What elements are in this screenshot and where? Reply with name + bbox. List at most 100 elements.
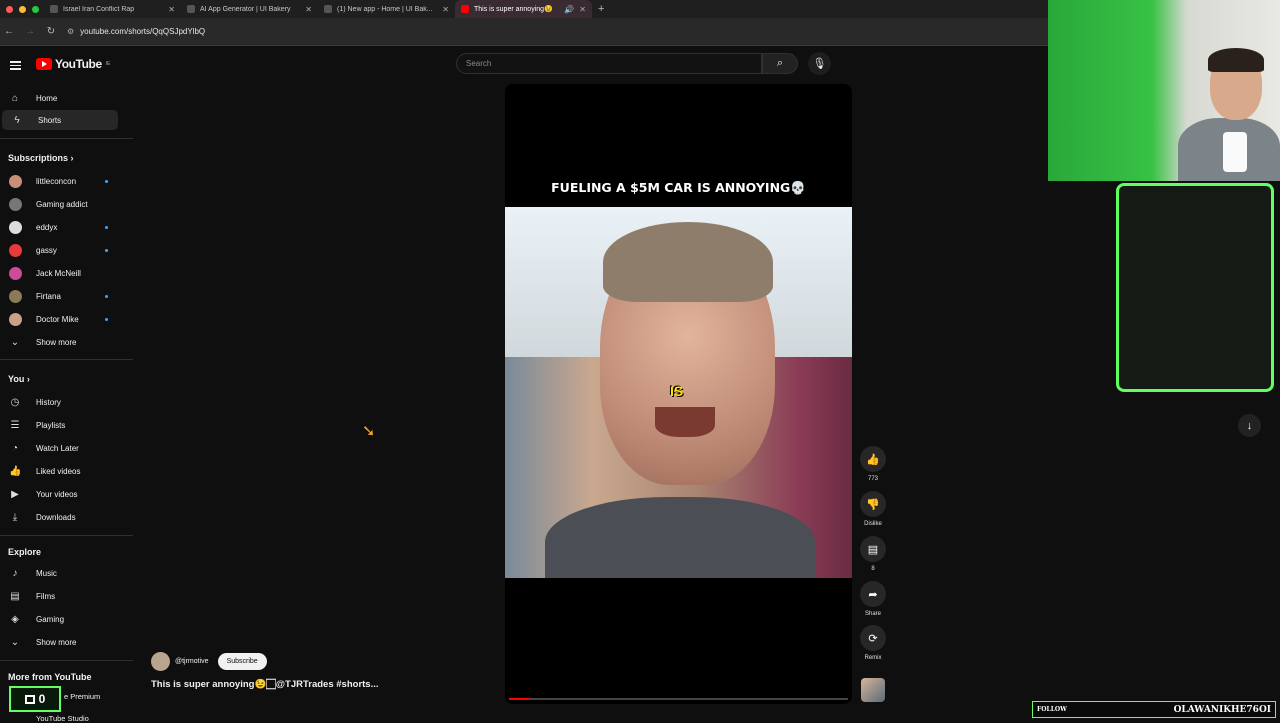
close-window-button[interactable] — [6, 5, 13, 13]
sidebar-item-label: Show more — [36, 637, 77, 647]
remix-action[interactable]: ⟳ Remix — [860, 625, 886, 661]
like-action[interactable]: 👍 773 — [860, 446, 886, 482]
show-more-subscriptions[interactable]: ⌄ Show more — [0, 332, 118, 352]
home-icon: ⌂ — [11, 92, 19, 104]
thumbs-up-icon[interactable]: 👍 — [860, 446, 886, 472]
url-field[interactable]: ⚙ youtube.com/shorts/QqQSJpdYlbQ — [67, 27, 205, 36]
sidebar-item-label: Liked videos — [36, 466, 81, 476]
sidebar-item-watch-later[interactable]: ◔ Watch Later — [0, 438, 118, 458]
new-content-dot — [105, 225, 108, 229]
sidebar-subscription-item[interactable]: Gaming addict — [0, 194, 118, 214]
chevron-down-icon: ⌄ — [10, 636, 20, 648]
show-more-explore[interactable]: ⌄ Show more — [0, 632, 118, 652]
back-icon[interactable]: ← — [4, 26, 14, 37]
close-tab-icon[interactable]: ✕ — [305, 5, 312, 14]
reload-icon[interactable]: ↻ — [46, 26, 56, 37]
sidebar-item-label: Show more — [36, 337, 77, 347]
remix-icon[interactable]: ⟳ — [860, 625, 886, 651]
sidebar-item-history[interactable]: ◷ History — [0, 392, 118, 412]
sidebar-subscription-item[interactable]: Firtana — [0, 286, 118, 306]
webcam-phone — [1223, 132, 1247, 172]
region-code: IE — [105, 61, 111, 67]
sidebar-subscription-item[interactable]: Jack McNeill — [0, 263, 118, 283]
green-frame-overlay — [1116, 183, 1274, 392]
sidebar-item-liked-videos[interactable]: 👍 Liked videos — [0, 461, 118, 481]
video-progress-bar[interactable] — [509, 698, 848, 700]
sidebar-item-label: Music — [36, 568, 57, 578]
close-tab-icon[interactable]: ✕ — [442, 5, 449, 14]
sidebar-item-your-videos[interactable]: ▶ Your videos — [0, 484, 118, 504]
dislike-action[interactable]: 👎 Dislike — [860, 491, 886, 527]
square-icon — [24, 694, 35, 704]
channel-avatar — [9, 289, 22, 303]
search-button[interactable]: ⌕ — [762, 53, 798, 74]
tab-favicon-icon — [187, 5, 195, 13]
browser-tab[interactable]: AI App Generator | UI Bakery ✕ — [181, 0, 318, 18]
sidebar-subscription-item[interactable]: Doctor Mike — [0, 309, 118, 329]
webcam-person-hair — [1208, 48, 1264, 72]
sidebar-item-label: Playlists — [36, 420, 66, 430]
maximize-window-button[interactable] — [32, 5, 39, 13]
sidebar-item-music[interactable]: ♪ Music — [0, 563, 118, 583]
mouse-cursor-icon: ➘ — [362, 423, 376, 440]
close-tab-icon[interactable]: ✕ — [579, 5, 586, 14]
new-content-dot — [105, 179, 108, 183]
new-content-dot — [105, 317, 108, 321]
browser-tab[interactable]: (1) New app - Home | UI Bak... ✕ — [318, 0, 455, 18]
subscriptions-header[interactable]: Subscriptions › — [8, 153, 74, 163]
channel-avatar[interactable] — [151, 652, 170, 671]
sidebar-item-studio[interactable]: YouTube Studio — [36, 714, 89, 723]
next-short-button[interactable]: ↓ — [1238, 414, 1261, 437]
channel-avatar — [9, 243, 22, 257]
you-header[interactable]: You › — [8, 374, 30, 384]
share-action[interactable]: ➦ Share — [860, 581, 886, 617]
comment-icon[interactable]: ▤ — [860, 536, 886, 562]
voice-search-button[interactable]: 🎙 — [808, 52, 831, 75]
sidebar-subscription-item[interactable]: littleconcon — [0, 171, 118, 191]
sound-thumbnail[interactable] — [861, 678, 885, 702]
new-content-dot — [105, 248, 108, 252]
channel-row: @tjrmotive Subscribe — [151, 652, 267, 671]
browser-tab-active[interactable]: This is super annoying😉 🔊 ✕ — [455, 0, 592, 18]
minimize-window-button[interactable] — [19, 5, 26, 13]
arrow-down-icon: ↓ — [1246, 419, 1253, 432]
comments-action[interactable]: ▤ 8 — [860, 536, 886, 572]
sidebar-item-shorts[interactable]: ϟ Shorts — [2, 110, 118, 130]
sidebar-subscription-item[interactable]: eddyx — [0, 217, 118, 237]
browser-tab[interactable]: Israel Iran Conflict Rap ✕ — [44, 0, 181, 18]
channel-name[interactable]: @tjrmotive — [175, 658, 209, 665]
menu-icon[interactable] — [10, 59, 21, 72]
new-tab-button[interactable]: + — [592, 3, 604, 15]
progress-fill — [509, 698, 530, 700]
your-videos-icon: ▶ — [11, 488, 19, 500]
video-frame[interactable]: IS — [505, 207, 852, 578]
download-icon: ⤓ — [12, 511, 18, 523]
forward-icon[interactable]: → — [25, 26, 35, 37]
sidebar-item-playlists[interactable]: ☰ Playlists — [0, 415, 118, 435]
channel-avatar — [9, 266, 22, 280]
sidebar-item-premium[interactable]: e Premium — [64, 692, 100, 701]
sidebar-subscription-item[interactable]: gassy — [0, 240, 118, 260]
search-input[interactable]: Search — [456, 53, 762, 74]
share-icon[interactable]: ➦ — [860, 581, 886, 607]
subscribe-button[interactable]: Subscribe — [217, 653, 267, 670]
shorts-player[interactable]: FUELING A $5M CAR IS ANNOYING💀 IS — [505, 84, 852, 704]
sidebar-item-label: Downloads — [36, 512, 76, 522]
video-person-hair — [603, 222, 773, 302]
comment-count: 8 — [871, 566, 875, 572]
sidebar-item-home[interactable]: ⌂ Home — [0, 88, 118, 108]
sidebar-item-downloads[interactable]: ⤓ Downloads — [0, 507, 118, 527]
video-title[interactable]: This is super annoying😉🏻@TJRTrades #shor… — [151, 679, 379, 690]
share-label: Share — [864, 611, 881, 617]
youtube-logo[interactable]: YouTube IE — [36, 57, 110, 71]
more-from-youtube-header: More from YouTube — [8, 672, 92, 682]
sidebar: YouTube IE ⌂ Home ϟ Shorts Subscriptions ›… — [0, 46, 133, 720]
thumbs-down-icon[interactable]: 👎 — [860, 491, 886, 517]
url-text: youtube.com/shorts/QqQSJpdYlbQ — [80, 27, 206, 36]
speaker-icon[interactable]: 🔊 — [564, 5, 574, 14]
sidebar-item-films[interactable]: ▤ Films — [0, 586, 118, 606]
site-settings-icon[interactable]: ⚙ — [67, 27, 74, 36]
divider — [0, 660, 133, 661]
close-tab-icon[interactable]: ✕ — [168, 5, 175, 14]
sidebar-item-gaming[interactable]: ◈ Gaming — [0, 609, 118, 629]
